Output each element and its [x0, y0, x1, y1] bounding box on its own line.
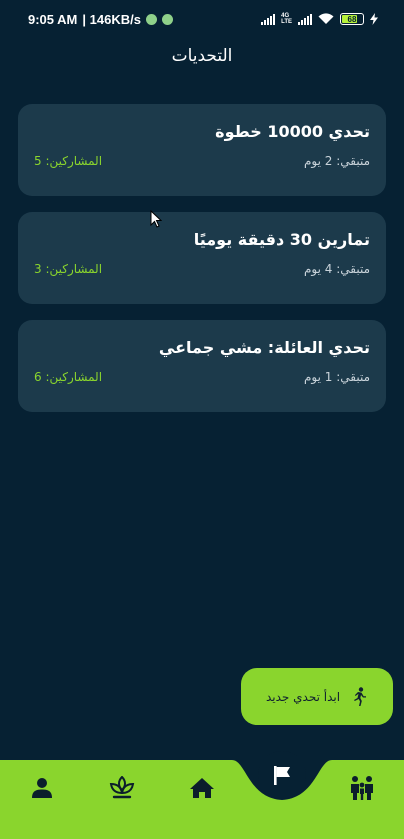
challenge-card[interactable]: تمارين 30 دقيقة يوميًا متبقي: 4 يوم المش…: [18, 212, 386, 304]
home-icon: [190, 778, 214, 798]
challenge-participants: المشاركين: 3: [34, 262, 103, 276]
challenge-title: تمارين 30 دقيقة يوميًا: [193, 230, 370, 249]
status-speed: | 146KB/s: [82, 11, 141, 27]
nav-challenges[interactable]: [258, 751, 306, 799]
nav-family[interactable]: [342, 768, 382, 808]
charging-icon: [370, 13, 378, 25]
challenge-title: تحدي العائلة: مشي جماعي: [158, 338, 370, 357]
whatsapp-icon: [145, 13, 157, 25]
challenge-title: تحدي 10000 خطوة: [215, 122, 370, 141]
flag-icon: [274, 766, 290, 785]
bottom-navigation: [0, 738, 404, 839]
status-bar: 9:05 AM | 146KB/s 4G LTE 68: [0, 0, 404, 38]
challenge-card[interactable]: تحدي العائلة: مشي جماعي متبقي: 1 يوم الم…: [18, 320, 386, 412]
challenge-remaining: متبقي: 1 يوم: [303, 370, 370, 384]
challenge-remaining: متبقي: 2 يوم: [303, 154, 370, 168]
challenge-remaining: متبقي: 4 يوم: [303, 262, 370, 276]
status-time: 9:05 AM: [28, 11, 78, 27]
plant-icon: [109, 776, 135, 799]
signal-icon-2: [298, 13, 312, 25]
challenge-meta: متبقي: 2 يوم المشاركين: 5: [34, 154, 370, 168]
family-icon: [351, 776, 373, 800]
nav-profile[interactable]: [22, 768, 62, 808]
network-type: 4G LTE: [281, 13, 292, 25]
status-left: 9:05 AM | 146KB/s: [28, 12, 173, 27]
wifi-icon: [318, 13, 334, 24]
battery-icon: 68: [340, 13, 364, 25]
challenge-card[interactable]: تحدي 10000 خطوة متبقي: 2 يوم المشاركين: …: [18, 104, 386, 196]
profile-icon: [32, 778, 52, 798]
mouse-cursor-icon: [150, 210, 162, 228]
page-title: التحديات: [171, 46, 233, 66]
challenge-participants: المشاركين: 5: [34, 154, 103, 168]
challenge-participants: المشاركين: 6: [34, 370, 103, 384]
running-person-icon: [354, 686, 367, 706]
challenge-meta: متبقي: 1 يوم المشاركين: 6: [34, 370, 370, 384]
battery-level: 68: [347, 14, 357, 24]
challenge-meta: متبقي: 4 يوم المشاركين: 3: [34, 262, 370, 276]
start-new-challenge-label: ابدأ تحدي جديد: [265, 689, 341, 704]
start-new-challenge-button[interactable]: ابدأ تحدي جديد: [241, 668, 393, 725]
challenge-list: تحدي 10000 خطوة متبقي: 2 يوم المشاركين: …: [18, 104, 386, 428]
status-right: 4G LTE 68: [261, 13, 378, 25]
nav-wellness[interactable]: [102, 768, 142, 808]
nav-home[interactable]: [182, 768, 222, 808]
signal-icon: [261, 13, 276, 25]
app-notification-icon: [161, 13, 173, 25]
